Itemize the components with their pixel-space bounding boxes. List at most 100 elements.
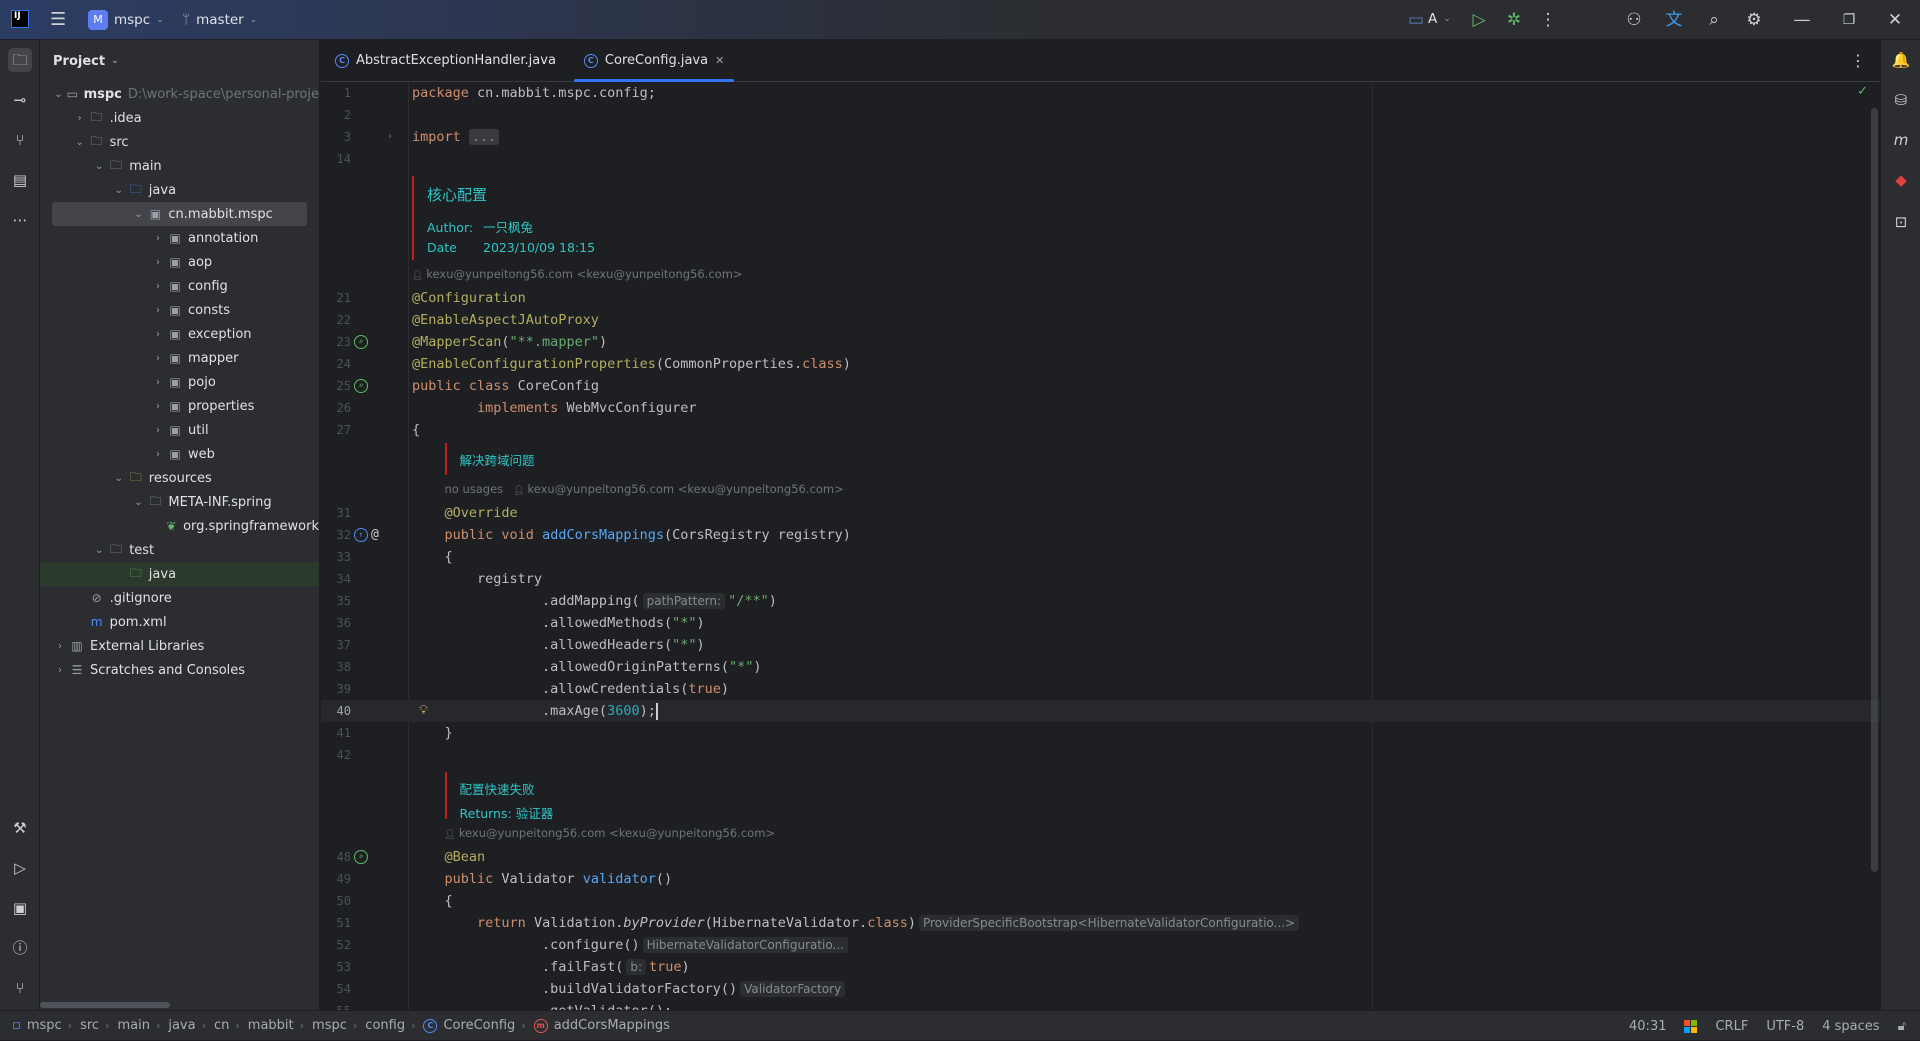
commit-icon[interactable]: ⊸ (8, 88, 32, 112)
tree-item[interactable]: ⌄ ▣ cn.mabbit.mspc (52, 202, 307, 226)
code-line[interactable]: 51 return Validation.byProvider(Hibernat… (321, 912, 1880, 934)
database-icon[interactable]: ⛁ (1889, 88, 1913, 112)
chevron-down-icon[interactable]: ⌄ (111, 473, 127, 484)
code-line[interactable]: 42 (321, 744, 1880, 766)
code-line[interactable]: 21 @Configuration (321, 287, 1880, 309)
tree-item[interactable]: ⊘ .gitignore (40, 586, 319, 610)
breadcrumb-item[interactable]: main (117, 1018, 149, 1033)
tree-item[interactable]: › ▣ consts (40, 298, 319, 322)
chevron-right-icon[interactable]: › (150, 233, 166, 244)
chevron-right-icon[interactable]: › (52, 641, 68, 652)
chevron-right-icon[interactable]: › (150, 281, 166, 292)
code-line[interactable]: 40 💡︎ .maxAge(3600); (321, 700, 1880, 722)
breadcrumb-item[interactable]: cn (214, 1018, 229, 1033)
breadcrumb-item[interactable]: m addCorsMappings (533, 1018, 670, 1033)
code-line[interactable]: 24 @EnableConfigurationProperties(CommonP… (321, 353, 1880, 375)
pull-requests-icon[interactable]: ⑂ (8, 128, 32, 152)
more-actions-icon[interactable]: ⋮ (1536, 8, 1560, 32)
chevron-down-icon[interactable]: ⌄ (91, 161, 107, 172)
code-line[interactable]: 22 @EnableAspectJAutoProxy (321, 309, 1880, 331)
code-editor[interactable]: 1 package cn.mabbit.mspc.config; 2 3 › import… (321, 82, 1880, 1010)
breadcrumb-item[interactable]: mspc (312, 1018, 347, 1033)
code-line[interactable]: 54 .buildValidatorFactory() ValidatorFact… (321, 978, 1880, 1000)
code-line[interactable]: 55 .getValidator(); (321, 1000, 1880, 1010)
tree-item[interactable]: › ▣ mapper (40, 346, 319, 370)
code-line[interactable]: 48 ⌕ @Bean (321, 846, 1880, 868)
main-menu-icon[interactable]: ☰ (50, 9, 66, 30)
tree-item[interactable]: › ▣ config (40, 274, 319, 298)
code-line[interactable]: 31 @Override (321, 502, 1880, 524)
structure-icon[interactable]: ▤ (8, 168, 32, 192)
minimize-icon[interactable]: — (1790, 8, 1814, 32)
tree-item[interactable]: 🗀 java (40, 562, 319, 586)
tree-item[interactable]: ❦ org.springframework (40, 514, 319, 538)
breadcrumb-item[interactable]: C CoreConfig (423, 1018, 515, 1033)
close-window-icon[interactable]: ✕ (1883, 8, 1907, 32)
chevron-right-icon[interactable]: › (150, 257, 166, 268)
tree-item[interactable]: › ▣ util (40, 418, 319, 442)
fold-expand-icon[interactable]: › (387, 126, 393, 148)
author-hint[interactable]: no usages 👤︎ kexu@yunpeitong56.com <kexu@… (321, 477, 1880, 502)
code-line[interactable]: 41 } (321, 722, 1880, 744)
services-icon[interactable]: ▷ (8, 856, 32, 880)
chevron-right-icon[interactable]: › (52, 665, 68, 676)
chevron-right-icon[interactable]: › (150, 425, 166, 436)
bean-icon[interactable]: ⌕ (354, 379, 368, 393)
vertical-scrollbar[interactable] (1871, 108, 1878, 872)
usages-hint[interactable]: no usages (445, 482, 504, 496)
tree-item[interactable]: › ▣ annotation (40, 226, 319, 250)
chevron-down-icon[interactable]: ⌄ (52, 89, 65, 100)
chevron-right-icon[interactable]: › (150, 329, 166, 340)
code-line[interactable]: 1 package cn.mabbit.mspc.config; (321, 82, 1880, 104)
tree-item[interactable]: ⌄ 🗀 META-INF.spring (40, 490, 319, 514)
chevron-right-icon[interactable]: › (72, 113, 88, 124)
tab-abstract-exception-handler[interactable]: C AbstractExceptionHandler.java (321, 40, 570, 81)
code-line[interactable]: 23 ⌕ @MapperScan("**.mapper") (321, 331, 1880, 353)
at-sign-icon[interactable]: @ (371, 527, 379, 543)
code-line[interactable]: 53 .failFast(b: true) (321, 956, 1880, 978)
code-line[interactable]: 25 ⌕ public class CoreConfig (321, 375, 1880, 397)
debug-icon[interactable]: ✲ (1502, 8, 1526, 32)
code-line[interactable]: 50 { (321, 890, 1880, 912)
tree-item[interactable]: ⌄ 🗀 main (40, 154, 319, 178)
chevron-right-icon[interactable]: › (150, 305, 166, 316)
restore-icon[interactable]: ❐ (1837, 8, 1861, 32)
code-line[interactable]: 38 .allowedOriginPatterns("*") (321, 656, 1880, 678)
tree-item[interactable]: › ▣ exception (40, 322, 319, 346)
chevron-right-icon[interactable]: › (150, 449, 166, 460)
tree-item[interactable]: ⌄ 🗀 resources (40, 466, 319, 490)
chevron-down-icon[interactable]: ⌄ (130, 209, 146, 220)
author-hint[interactable]: 👤︎ kexu@yunpeitong56.com <kexu@yunpeiton… (321, 821, 1880, 846)
horizontal-scrollbar[interactable] (40, 1002, 170, 1008)
breadcrumb-item[interactable]: ▫ mspc (12, 1018, 62, 1033)
tree-item[interactable]: m pom.xml (40, 610, 319, 634)
code-line[interactable]: 2 (321, 104, 1880, 126)
author-hint[interactable]: 👤︎ kexu@yunpeitong56.com <kexu@yunpeiton… (321, 262, 1880, 287)
ai-assistant-icon[interactable]: ⊡ (1889, 210, 1913, 234)
tree-item[interactable]: ⌄ 🗀 java (40, 178, 319, 202)
chevron-down-icon[interactable]: ⌄ (111, 185, 127, 196)
add-user-icon[interactable]: ⚇ (1622, 8, 1646, 32)
tree-item[interactable]: ⌄ 🗀 test (40, 538, 319, 562)
tree-item[interactable]: › ▣ properties (40, 394, 319, 418)
bean-icon[interactable]: ⌕ (354, 850, 368, 864)
tab-options-icon[interactable]: ⋮ (1850, 51, 1866, 70)
code-line[interactable]: 14 (321, 148, 1880, 170)
tree-item[interactable]: › ▣ pojo (40, 370, 319, 394)
translate-icon[interactable]: 文 (1662, 8, 1686, 32)
code-line[interactable]: 26 implements WebMvcConfigurer (321, 397, 1880, 419)
code-line[interactable]: 36 .allowedMethods("*") (321, 612, 1880, 634)
chevron-right-icon[interactable]: › (150, 401, 166, 412)
breadcrumb-item[interactable]: config (365, 1018, 405, 1033)
tree-item[interactable]: › 🗀 .idea (40, 106, 319, 130)
code-line[interactable]: 39 .allowCredentials(true) (321, 678, 1880, 700)
project-switcher[interactable]: M mspc ⌄ (88, 9, 164, 30)
tree-item[interactable]: › ▥ External Libraries (40, 634, 319, 658)
tree-item[interactable]: › ▣ aop (40, 250, 319, 274)
code-line[interactable]: 49 public Validator validator() (321, 868, 1880, 890)
breadcrumb-item[interactable]: mabbit (248, 1018, 294, 1033)
build-icon[interactable]: ⚒ (8, 816, 32, 840)
search-icon[interactable]: ⌕ (1702, 8, 1726, 32)
code-line[interactable]: 27 { (321, 419, 1880, 441)
cursor-position[interactable]: 40:31 (1629, 1019, 1666, 1034)
